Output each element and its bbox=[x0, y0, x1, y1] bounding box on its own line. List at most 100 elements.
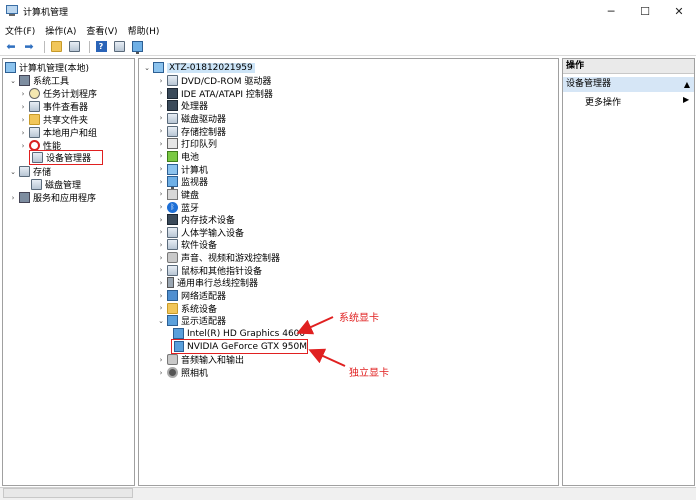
menu-action[interactable]: 操作(A) bbox=[45, 24, 76, 37]
disk-icon bbox=[31, 179, 42, 190]
device-category-label: 人体学输入设备 bbox=[181, 228, 245, 239]
expand-chevron-icon[interactable]: › bbox=[19, 103, 27, 111]
collapse-chevron-icon[interactable]: ⌄ bbox=[9, 168, 17, 176]
show-hide-tree-icon[interactable] bbox=[67, 40, 81, 54]
tree-device-manager[interactable]: 设备管理器 bbox=[29, 150, 103, 165]
device-category-item[interactable]: › 处理器 bbox=[157, 99, 208, 112]
device-category-item[interactable]: › 网络适配器 bbox=[157, 289, 226, 302]
device-category-item[interactable]: › 打印队列 bbox=[157, 137, 217, 150]
expand-chevron-icon[interactable]: › bbox=[157, 89, 165, 97]
expand-chevron-icon[interactable]: › bbox=[9, 194, 17, 202]
expand-chevron-icon[interactable]: › bbox=[157, 369, 165, 377]
menu-file[interactable]: 文件(F) bbox=[5, 24, 35, 37]
local-users-label: 本地用户和组 bbox=[43, 129, 98, 139]
device-category-item[interactable]: › 鼠标和其他指针设备 bbox=[157, 264, 262, 277]
properties-icon[interactable] bbox=[112, 40, 126, 54]
device-category-item[interactable]: › 人体学输入设备 bbox=[157, 226, 244, 239]
collapse-up-icon[interactable]: ▲ bbox=[684, 77, 690, 92]
expand-chevron-icon[interactable]: › bbox=[157, 216, 165, 224]
expand-chevron-icon[interactable]: › bbox=[157, 165, 165, 173]
forward-arrow-icon[interactable]: ➡ bbox=[22, 40, 36, 54]
more-actions-link[interactable]: 更多操作 bbox=[585, 95, 621, 108]
submenu-arrow-icon[interactable]: ▶ bbox=[683, 95, 689, 104]
expand-chevron-icon[interactable]: › bbox=[157, 266, 165, 274]
expand-chevron-icon[interactable]: › bbox=[19, 129, 27, 137]
tree-services[interactable]: › 服务和应用程序 bbox=[9, 191, 96, 204]
tree-root[interactable]: 计算机管理(本地) bbox=[5, 61, 89, 74]
tree-local-users[interactable]: › 本地用户和组 bbox=[19, 126, 97, 139]
collapse-chevron-icon[interactable]: ⌄ bbox=[9, 77, 17, 85]
menu-view[interactable]: 查看(V) bbox=[86, 24, 117, 37]
tree-task-scheduler[interactable]: › 任务计划程序 bbox=[19, 87, 97, 100]
expand-chevron-icon[interactable]: › bbox=[157, 140, 165, 148]
maximize-button[interactable]: ☐ bbox=[628, 0, 662, 22]
device-category-item[interactable]: › 软件设备 bbox=[157, 238, 217, 251]
device-category-item[interactable]: › 系统设备 bbox=[157, 302, 217, 315]
minimize-button[interactable]: ─ bbox=[594, 0, 628, 22]
discrete-gpu-annotation: 独立显卡 bbox=[349, 368, 389, 379]
device-category-item[interactable]: › 电池 bbox=[157, 150, 199, 163]
device-category-audio-io[interactable]: › 音频输入和输出 bbox=[157, 353, 244, 366]
expand-chevron-icon[interactable]: › bbox=[157, 203, 165, 211]
device-category-label: 键盘 bbox=[181, 190, 200, 201]
disk-management-label: 磁盘管理 bbox=[45, 181, 82, 191]
close-button[interactable]: ✕ bbox=[662, 0, 696, 22]
camera-icon bbox=[167, 367, 178, 378]
device-category-camera[interactable]: › 照相机 bbox=[157, 366, 208, 379]
clock-icon bbox=[29, 88, 40, 99]
device-category-item[interactable]: › 通用串行总线控制器 bbox=[157, 276, 258, 289]
computer-icon bbox=[167, 163, 178, 175]
expand-chevron-icon[interactable]: › bbox=[157, 254, 165, 262]
device-category-item[interactable]: › 键盘 bbox=[157, 188, 199, 201]
expand-chevron-icon[interactable]: › bbox=[157, 190, 165, 198]
expand-chevron-icon[interactable]: › bbox=[19, 142, 27, 150]
device-category-item[interactable]: › 存储控制器 bbox=[157, 125, 226, 138]
monitor-icon[interactable] bbox=[130, 40, 144, 54]
tree-event-viewer[interactable]: › 事件查看器 bbox=[19, 100, 88, 113]
device-category-item[interactable]: › IDE ATA/ATAPI 控制器 bbox=[157, 87, 273, 100]
expand-chevron-icon[interactable]: › bbox=[157, 77, 165, 85]
device-category-item[interactable]: › DVD/CD-ROM 驱动器 bbox=[157, 74, 271, 87]
expand-chevron-icon[interactable]: › bbox=[157, 241, 165, 249]
tree-shared-folders[interactable]: › 共享文件夹 bbox=[19, 113, 88, 126]
device-category-item[interactable]: › 监视器 bbox=[157, 175, 209, 190]
device-category-label: 磁盘驱动器 bbox=[181, 114, 227, 125]
device-category-item[interactable]: › 计算机 bbox=[157, 163, 208, 176]
actions-section-device-manager[interactable]: 设备管理器 ▲ bbox=[563, 77, 694, 92]
expand-chevron-icon[interactable]: › bbox=[157, 152, 165, 160]
device-category-item[interactable]: › ᛒ 蓝牙 bbox=[157, 201, 199, 214]
tree-storage[interactable]: ⌄ 存储 bbox=[9, 165, 51, 178]
tree-disk-management[interactable]: 磁盘管理 bbox=[31, 178, 81, 191]
up-folder-icon[interactable] bbox=[49, 40, 63, 54]
expand-chevron-icon[interactable]: › bbox=[157, 228, 165, 236]
expand-chevron-icon[interactable]: › bbox=[157, 114, 165, 122]
device-category-item[interactable]: ⌄ 显示适配器 bbox=[157, 314, 226, 327]
device-category-item[interactable]: › 内存技术设备 bbox=[157, 213, 235, 226]
expand-chevron-icon[interactable]: › bbox=[19, 116, 27, 124]
back-arrow-icon[interactable]: ⬅ bbox=[4, 40, 18, 54]
device-category-item[interactable]: › 声音、视频和游戏控制器 bbox=[157, 251, 280, 264]
expand-chevron-icon[interactable]: › bbox=[19, 90, 27, 98]
expand-chevron-icon[interactable]: › bbox=[157, 356, 165, 364]
expand-chevron-icon[interactable]: › bbox=[157, 304, 165, 312]
help-icon[interactable]: ? bbox=[94, 40, 108, 54]
device-tree-root[interactable]: ⌄ XTZ-01812021959 bbox=[143, 61, 255, 74]
collapse-chevron-icon[interactable]: ⌄ bbox=[143, 64, 151, 72]
device-category-item[interactable]: › 磁盘驱动器 bbox=[157, 112, 226, 125]
processor-icon bbox=[167, 100, 178, 112]
services-icon bbox=[19, 192, 30, 203]
collapse-chevron-icon[interactable]: ⌄ bbox=[157, 317, 165, 325]
actions-pane: 操作 设备管理器 ▲ 更多操作 ▶ bbox=[562, 58, 695, 486]
system-tools-icon bbox=[19, 75, 30, 86]
expand-chevron-icon[interactable]: › bbox=[157, 102, 165, 110]
expand-chevron-icon[interactable]: › bbox=[157, 279, 165, 287]
device-category-label: 存储控制器 bbox=[181, 127, 227, 138]
tree-system-tools[interactable]: ⌄ 系统工具 bbox=[9, 74, 69, 87]
device-nvidia-gpu[interactable]: NVIDIA GeForce GTX 950M bbox=[171, 339, 308, 354]
menu-help[interactable]: 帮助(H) bbox=[128, 24, 160, 37]
horizontal-scrollbar[interactable] bbox=[3, 488, 133, 498]
device-category-label: 监视器 bbox=[181, 178, 209, 189]
expand-chevron-icon[interactable]: › bbox=[157, 178, 165, 186]
expand-chevron-icon[interactable]: › bbox=[157, 292, 165, 300]
expand-chevron-icon[interactable]: › bbox=[157, 127, 165, 135]
